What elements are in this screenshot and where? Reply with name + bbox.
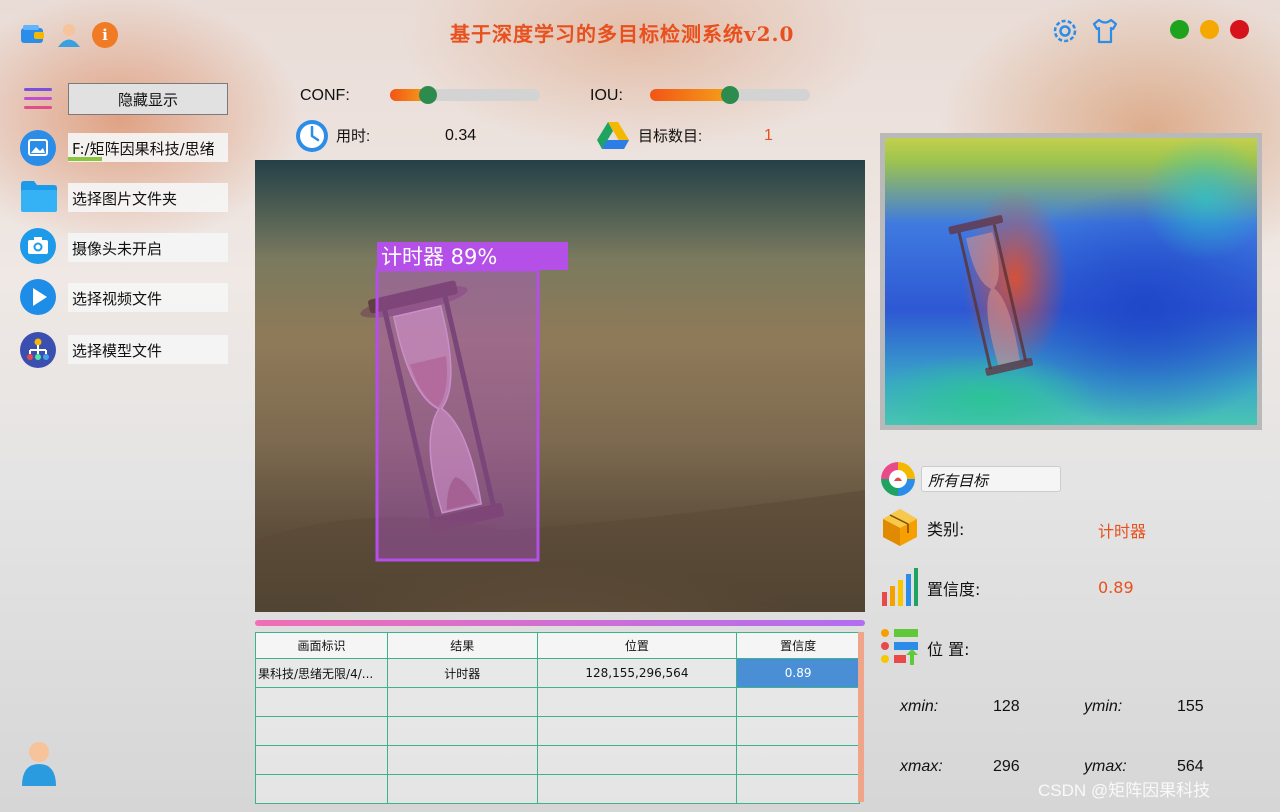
table-cell[interactable] (386, 745, 538, 775)
shirt-icon[interactable] (1090, 16, 1120, 50)
app-title: 基于深度学习的多目标检测系统v2.0 (450, 22, 795, 46)
detection-label: 计时器 89% (381, 245, 497, 269)
table-header[interactable]: 结果 (386, 632, 538, 659)
table-row[interactable] (255, 687, 860, 717)
ymax-value: 564 (1177, 758, 1204, 775)
category-label: 类别: (927, 520, 965, 539)
image-load-progress (68, 157, 102, 161)
wallet-icon[interactable] (20, 22, 46, 48)
table-cell[interactable] (536, 716, 738, 746)
table-cell[interactable] (536, 745, 738, 775)
table-cell[interactable]: 计时器 (386, 658, 538, 688)
camera-icon[interactable] (20, 228, 56, 264)
table-cell[interactable] (386, 774, 538, 804)
category-value: 计时器 (1098, 522, 1147, 541)
close-button[interactable] (1230, 20, 1249, 39)
position-label: 位 置: (927, 640, 970, 659)
watermark: CSDN @矩阵因果科技 (1038, 781, 1211, 800)
toggle-display-button[interactable]: 隐藏显示 (68, 83, 228, 115)
folder-icon[interactable] (20, 179, 58, 217)
target-count-label: 目标数目: (638, 128, 703, 145)
target-count-value: 1 (764, 127, 773, 144)
heatmap-image (885, 138, 1257, 425)
table-cell[interactable] (536, 774, 738, 804)
process-progress-bar (255, 620, 865, 626)
ymin-label: ymin: (1084, 698, 1123, 715)
select-image-folder-button[interactable]: 选择图片文件夹 (68, 183, 228, 212)
table-cell[interactable] (736, 774, 860, 804)
select-video-button[interactable]: 选择视频文件 (68, 283, 228, 312)
time-value: 0.34 (445, 127, 477, 144)
conf-slider-handle[interactable] (418, 86, 437, 104)
table-cell[interactable] (255, 716, 388, 746)
iou-slider-fill (650, 89, 730, 101)
iou-label: IOU: (590, 87, 623, 104)
iou-slider[interactable] (650, 86, 810, 104)
detection-image: 计时器 89% (255, 160, 865, 612)
table-header[interactable]: 置信度 (736, 632, 860, 659)
ymax-label: ymax: (1084, 758, 1127, 775)
heatmap-frame (880, 133, 1262, 430)
table-cell[interactable] (536, 687, 738, 717)
model-icon[interactable] (20, 332, 56, 368)
table-header[interactable]: 位置 (536, 632, 738, 659)
conf-label: CONF: (300, 87, 350, 104)
clock-icon (294, 118, 330, 158)
position-icon (880, 627, 918, 665)
table-row[interactable] (255, 745, 860, 775)
ymin-value: 155 (1177, 698, 1204, 715)
xmax-value: 296 (993, 758, 1020, 775)
heatmap-hourglass (948, 215, 1033, 376)
conf-slider[interactable] (390, 86, 540, 104)
table-cell[interactable] (736, 687, 860, 717)
results-table[interactable]: 画面标识 结果 位置 置信度 果科技/思绪无限/4/... 计时器 128,15… (255, 632, 860, 804)
maximize-button[interactable] (1170, 20, 1189, 39)
table-row[interactable]: 果科技/思绪无限/4/... 计时器 128,155,296,564 0.89 (255, 658, 860, 688)
target-select-dropdown[interactable]: 所有目标 (921, 466, 1061, 492)
table-row[interactable] (255, 716, 860, 746)
avatar[interactable] (20, 740, 58, 790)
table-cell[interactable]: 果科技/思绪无限/4/... (255, 658, 388, 688)
iou-slider-handle[interactable] (721, 86, 739, 104)
xmax-label: xmax: (900, 758, 943, 775)
table-cell[interactable] (386, 716, 538, 746)
table-cell[interactable] (255, 774, 388, 804)
table-cell[interactable] (736, 745, 860, 775)
table-header-row: 画面标识 结果 位置 置信度 (255, 632, 860, 659)
table-row[interactable] (255, 774, 860, 804)
select-model-button[interactable]: 选择模型文件 (68, 335, 228, 364)
confidence-value: 0.89 (1098, 578, 1134, 597)
target-filter-icon (880, 461, 918, 499)
table-cell[interactable] (386, 687, 538, 717)
table-header[interactable]: 画面标识 (255, 632, 388, 659)
table-scrollbar[interactable] (858, 632, 864, 802)
hourglass-scene: 计时器 89% (255, 242, 865, 612)
confidence-icon (880, 566, 918, 606)
play-icon[interactable] (20, 279, 56, 315)
table-cell[interactable] (255, 687, 388, 717)
confidence-label: 置信度: (927, 580, 981, 599)
table-cell[interactable] (736, 716, 860, 746)
table-cell[interactable]: 0.89 (736, 658, 860, 688)
image-icon[interactable] (20, 130, 56, 166)
time-label: 用时: (336, 128, 371, 145)
info-icon[interactable]: i (92, 22, 118, 48)
user-icon[interactable] (56, 22, 82, 48)
category-icon (880, 507, 918, 546)
target-count-icon (596, 120, 630, 156)
table-cell[interactable]: 128,155,296,564 (536, 658, 738, 688)
settings-icon[interactable] (1050, 16, 1080, 50)
menu-icon[interactable] (24, 86, 52, 116)
xmin-label: xmin: (900, 698, 939, 715)
table-cell[interactable] (255, 745, 388, 775)
minimize-button[interactable] (1200, 20, 1219, 39)
camera-status-button[interactable]: 摄像头未开启 (68, 233, 228, 262)
xmin-value: 128 (993, 698, 1020, 715)
